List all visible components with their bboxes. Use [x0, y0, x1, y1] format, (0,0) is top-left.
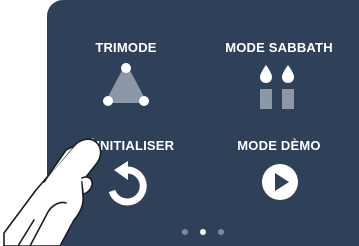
page-dot-active[interactable]: [200, 229, 206, 235]
reset-icon: [108, 161, 147, 206]
demo-label: MODE DÈMO: [237, 138, 321, 153]
page-dot[interactable]: [182, 229, 188, 235]
play-icon: [262, 164, 298, 200]
sabbath-label: MODE SABBATH: [225, 40, 333, 55]
trimode-icon: [103, 63, 149, 106]
reset-label: RÉINITIALISER: [77, 138, 175, 153]
settings-screen: TRIMODE MODE SABBATH RÉINITIALISER MODE …: [47, 0, 359, 246]
page-indicator: [47, 229, 359, 239]
sabbath-candles-icon: [260, 65, 294, 109]
trimode-label: TRIMODE: [95, 40, 157, 55]
page-dot[interactable]: [218, 229, 224, 235]
